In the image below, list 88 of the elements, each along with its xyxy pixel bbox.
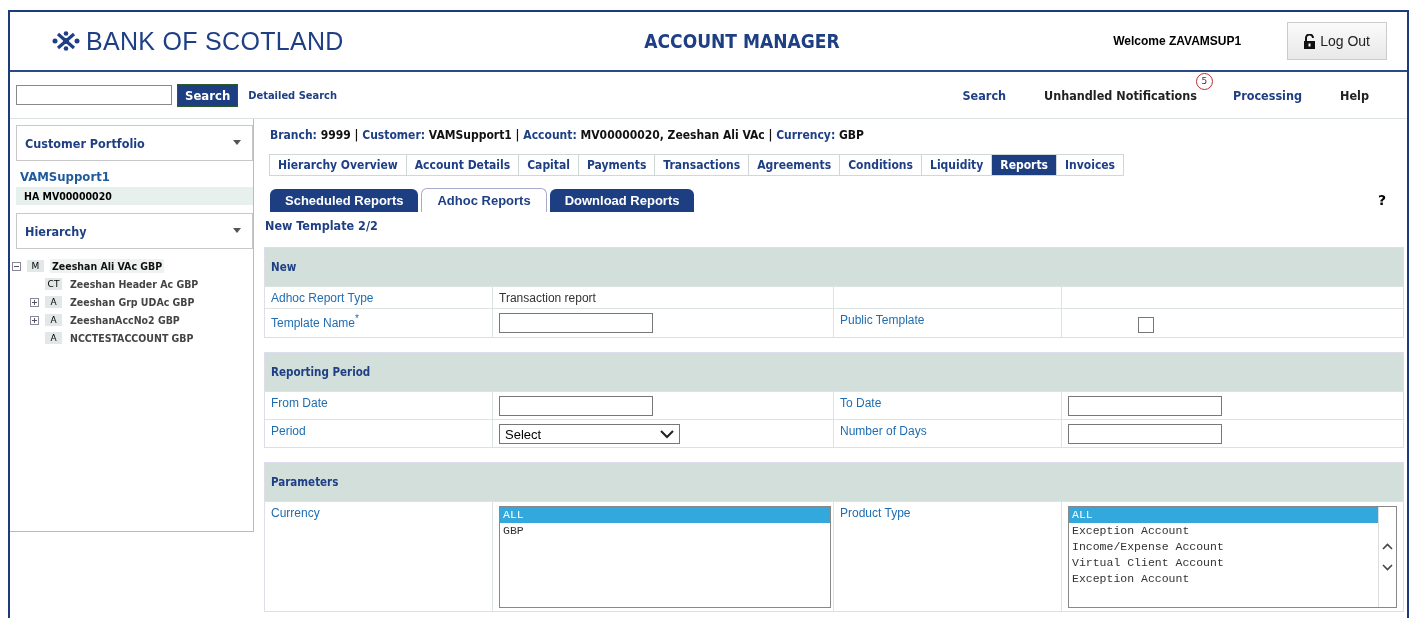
section-header: Parameters [265, 463, 1403, 501]
period-dropdown[interactable]: Select [499, 424, 680, 444]
breadcrumb-value: 9999 [320, 128, 351, 142]
nav-link[interactable]: Search [962, 87, 1007, 103]
expand-icon[interactable] [30, 297, 39, 307]
field-label: Adhoc Report Type [265, 286, 493, 308]
report-tab[interactable]: Download Reports [549, 189, 695, 212]
section-header: New [265, 248, 1403, 286]
tab[interactable]: Account Details [406, 155, 520, 175]
field-label: Public Template [834, 308, 1062, 337]
logout-button[interactable]: Log Out [1287, 22, 1387, 60]
separator: | [354, 128, 359, 142]
input-field[interactable] [499, 396, 653, 416]
field-label: Template Name$^{*}$ [265, 308, 493, 337]
separator: | [515, 128, 520, 142]
breadcrumb-value: VAMSupport1 [428, 128, 512, 142]
tab[interactable]: Capital [519, 155, 579, 175]
lock-icon [1304, 33, 1316, 49]
tab[interactable]: Payments [578, 155, 656, 175]
list-option[interactable]: Exception Account [1069, 571, 1378, 587]
account-type-badge: M [27, 260, 44, 272]
report-tab[interactable]: Scheduled Reports [270, 189, 419, 212]
breadcrumb-label: Branch: [270, 128, 317, 142]
tree-item[interactable]: Zeeshan Grp UDAc GBP [68, 295, 197, 309]
dropdown-caret-icon[interactable] [232, 228, 242, 234]
tab[interactable]: Agreements [749, 155, 841, 175]
tree-item[interactable]: NCCTESTACCOUNT GBP [68, 331, 196, 345]
tab[interactable]: Conditions [840, 155, 922, 175]
nav-link[interactable]: Unhandled Notifications [1044, 87, 1197, 103]
list-option[interactable]: Exception Account [1069, 523, 1378, 539]
expand-icon[interactable] [30, 315, 39, 325]
search-field[interactable] [16, 85, 172, 105]
separator: | [768, 128, 773, 142]
tab[interactable]: Invoices [1057, 155, 1124, 175]
account-type-badge: A [45, 296, 62, 308]
input-field[interactable] [1068, 396, 1222, 416]
tree-item[interactable]: ZeeshanAccNo2 GBP [68, 313, 182, 327]
detailed-search-link[interactable]: Detailed Search [248, 88, 337, 102]
scroll-down-icon[interactable] [1382, 564, 1393, 571]
account-type-badge: A [45, 314, 62, 326]
bank-name: BANK OF SCOTLAND [86, 26, 344, 56]
breadcrumb-label: Customer: [362, 128, 426, 142]
field-label: To Date [834, 391, 1062, 419]
tree-item[interactable]: Zeeshan Header Ac GBP [68, 277, 201, 291]
logo-icon [52, 31, 80, 51]
field-value: Transaction report [493, 286, 834, 308]
account-type-badge: A [45, 332, 62, 344]
scroll-up-icon[interactable] [1382, 543, 1393, 550]
form-title: New Template 2/2 [264, 217, 379, 233]
panel-header[interactable]: Customer Portfolio [17, 126, 252, 160]
field-label: Product Type [834, 501, 1062, 611]
account-type-badge: CT [45, 278, 62, 290]
welcome-text: Welcome ZAVAMSUP1 [1113, 34, 1242, 48]
list-option[interactable]: Income/Expense Account [1069, 539, 1378, 555]
field-label: From Date [265, 391, 493, 419]
collapse-icon[interactable] [12, 261, 21, 271]
tab[interactable]: Reports [992, 155, 1058, 175]
report-tab[interactable]: Adhoc Reports [421, 188, 547, 212]
breadcrumb-label: Currency: [776, 128, 836, 142]
list-box[interactable]: ALL GBP [499, 506, 831, 608]
nav-link[interactable]: Help [1340, 87, 1369, 103]
breadcrumb-label: Account: [523, 128, 577, 142]
breadcrumb-value: GBP [838, 128, 864, 142]
dropdown-caret-icon[interactable] [232, 140, 242, 146]
panel-header[interactable]: Hierarchy [17, 214, 252, 248]
tab[interactable]: Transactions [655, 155, 750, 175]
nav-link[interactable]: Processing [1232, 87, 1303, 103]
search-button[interactable]: Search [177, 83, 239, 107]
account-item[interactable]: HA MV00000020 [16, 187, 253, 205]
list-box[interactable]: ALL Exception Account Income/Expense Account Virtual Client Account Exception Account [1068, 506, 1397, 608]
scrollbar[interactable] [1378, 507, 1396, 607]
tree-item[interactable]: Zeeshan Ali VAc GBP [50, 259, 165, 273]
field-label: Currency [265, 501, 493, 611]
section-header: Reporting Period [265, 353, 1403, 391]
chevron-down-icon[interactable] [660, 429, 674, 439]
field-label: Number of Days [834, 419, 1062, 447]
input-field[interactable] [499, 313, 653, 333]
customer-link[interactable]: VAMSupport1 [10, 161, 253, 187]
input-field[interactable] [1068, 424, 1222, 444]
help-link[interactable]: ? [1377, 192, 1386, 208]
field-label: Period [265, 419, 493, 447]
list-option[interactable]: GBP [500, 523, 830, 539]
tab[interactable]: Hierarchy Overview [270, 155, 407, 175]
notification-count: 5 [1195, 72, 1213, 90]
checkbox[interactable] [1138, 317, 1154, 333]
list-option[interactable]: Virtual Client Account [1069, 555, 1378, 571]
app-title: ACCOUNT MANAGER [643, 30, 841, 52]
breadcrumb-value: MV00000020, Zeeshan Ali VAc [580, 128, 765, 142]
